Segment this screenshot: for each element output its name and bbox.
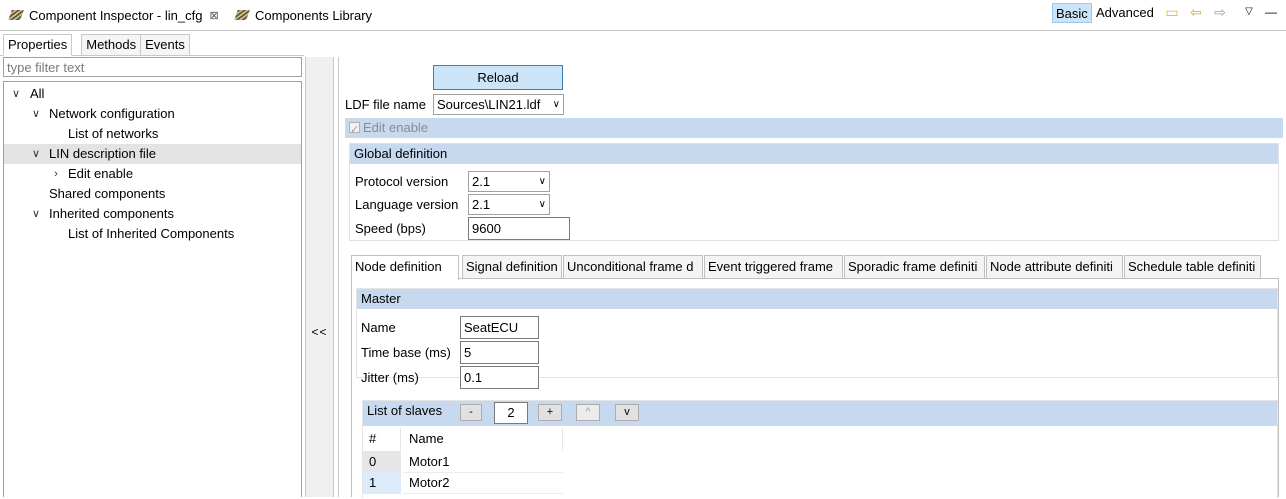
row-index[interactable]: 1 — [363, 472, 401, 494]
tree-item-edit-enable[interactable]: › Edit enable — [4, 164, 301, 184]
add-slave-button[interactable]: + — [538, 404, 562, 421]
slaves-section: List of slaves - 2 + ^ v # Name 0 Motor1… — [362, 400, 1278, 498]
tree-item-label: LIN description file — [49, 146, 156, 161]
tab-components-library[interactable]: Components Library — [228, 2, 378, 28]
slave-name-cell[interactable]: Motor2 — [403, 472, 563, 494]
jitter-input[interactable]: 0.1 — [460, 366, 539, 389]
tree-item-list-of-inherited-components[interactable]: List of Inherited Components — [4, 224, 301, 244]
tab-component-inspector[interactable]: Component Inspector - lin_cfg ⊠ — [2, 2, 225, 28]
time-base-label: Time base (ms) — [361, 345, 451, 360]
language-version-value: 2.1 — [472, 197, 491, 212]
property-editor: Reload LDF file name Sources\LIN21.ldf ∨… — [338, 57, 1286, 498]
tab-node-attribute[interactable]: Node attribute definiti — [986, 255, 1123, 279]
slaves-title: List of slaves — [367, 403, 443, 418]
language-version-label: Language version — [355, 197, 459, 212]
edit-enable-checkbox[interactable] — [349, 120, 360, 140]
tree-item-network-configuration[interactable]: ∨ Network configuration — [4, 104, 301, 124]
close-icon[interactable]: ⊠ — [209, 9, 218, 22]
component-icon — [234, 8, 250, 22]
forward-arrow-icon[interactable]: ⇨ — [1211, 3, 1229, 21]
tree-item-label: Network configuration — [49, 106, 175, 121]
slave-count-input[interactable]: 2 — [494, 402, 528, 424]
component-icon — [8, 8, 24, 22]
time-base-input[interactable]: 5 — [460, 341, 539, 364]
slaves-header: List of slaves - 2 + ^ v — [363, 401, 1277, 426]
chevron-down-icon[interactable]: ∨ — [30, 144, 42, 164]
remove-slave-button[interactable]: - — [460, 404, 482, 421]
note-icon[interactable]: ▭ — [1163, 3, 1181, 21]
node-definition-panel: Master Name SeatECU Time base (ms) 5 Jit… — [351, 278, 1279, 498]
tab-properties[interactable]: Properties — [3, 34, 73, 56]
panel-splitter[interactable]: << — [305, 57, 334, 497]
chevron-down-icon[interactable]: ∨ — [30, 104, 42, 124]
chevron-down-icon[interactable]: ∨ — [10, 84, 22, 104]
tab-signal-definition[interactable]: Signal definition — [462, 255, 562, 279]
tab-label: Components Library — [255, 7, 373, 23]
edit-enable-row: Edit enable — [345, 118, 1283, 140]
tab-label: Component Inspector - lin_cfg — [29, 7, 203, 23]
section-header: Master — [357, 289, 1277, 309]
tab-node-definition[interactable]: Node definition — [351, 255, 459, 280]
speed-label: Speed (bps) — [355, 221, 426, 236]
tab-sporadic-frame[interactable]: Sporadic frame definiti — [844, 255, 985, 279]
filter-input[interactable] — [3, 57, 302, 77]
back-arrow-icon[interactable]: ⇦ — [1187, 3, 1205, 21]
tree-item-label: List of Inherited Components — [68, 226, 235, 241]
slave-name-cell[interactable]: Motor1 — [403, 451, 563, 473]
tree-item-list-of-networks[interactable]: List of networks — [4, 124, 301, 144]
tab-unconditional-frame[interactable]: Unconditional frame d — [563, 255, 703, 279]
master-section: Master Name SeatECU Time base (ms) 5 Jit… — [356, 288, 1278, 389]
chevron-down-icon: ∨ — [538, 199, 546, 210]
jitter-label: Jitter (ms) — [361, 370, 419, 385]
tree-item-shared-components[interactable]: Shared components — [4, 184, 301, 204]
tab-schedule-table[interactable]: Schedule table definiti — [1124, 255, 1261, 279]
advanced-mode-button[interactable]: Advanced — [1093, 3, 1157, 23]
chevron-down-icon: ∨ — [538, 176, 546, 187]
properties-panel: Properties Methods Events ∨ All ∨ Networ… — [0, 31, 304, 497]
tree-item-label: List of networks — [68, 126, 159, 141]
master-name-label: Name — [361, 320, 396, 335]
global-definition-section: Global definition Protocol version 2.1 ∨… — [349, 143, 1279, 241]
tree-item-inherited-components[interactable]: ∨ Inherited components — [4, 204, 301, 224]
chevron-down-icon[interactable]: ∨ — [30, 204, 42, 224]
tree-item-label: Shared components — [49, 186, 166, 201]
property-tree: ∨ All ∨ Network configuration List of ne… — [3, 81, 302, 497]
tab-event-triggered-frame[interactable]: Event triggered frame — [704, 255, 843, 279]
column-header-name: Name — [403, 428, 563, 450]
move-down-button[interactable]: v — [615, 404, 639, 421]
basic-mode-button[interactable]: Basic — [1052, 3, 1092, 23]
chevron-right-icon[interactable]: › — [50, 164, 62, 184]
column-header-index: # — [363, 428, 401, 450]
move-up-button[interactable]: ^ — [576, 404, 600, 421]
view-tab-bar: Component Inspector - lin_cfg ⊠ Componen… — [0, 0, 1286, 31]
edit-enable-label: Edit enable — [363, 120, 429, 135]
ldf-file-label: LDF file name — [345, 97, 426, 112]
tab-methods[interactable]: Methods — [81, 34, 142, 56]
language-version-select[interactable]: 2.1 ∨ — [468, 194, 550, 215]
section-header: Global definition — [350, 144, 1278, 164]
collapse-panel-button[interactable]: << — [306, 325, 333, 339]
reload-button[interactable]: Reload — [433, 65, 563, 90]
tree-item-label: Inherited components — [49, 206, 175, 221]
inspector-subtabs: Properties Methods Events — [3, 34, 190, 56]
tree-item-all[interactable]: ∨ All — [4, 84, 301, 104]
protocol-version-select[interactable]: 2.1 ∨ — [468, 171, 550, 192]
protocol-version-value: 2.1 — [472, 174, 491, 189]
tree-item-lin-description-file[interactable]: ∨ LIN description file — [4, 144, 301, 164]
master-name-input[interactable]: SeatECU — [460, 316, 539, 339]
tree-item-label: All — [30, 86, 45, 101]
row-index[interactable]: 0 — [363, 451, 401, 473]
tab-events[interactable]: Events — [140, 34, 190, 56]
tree-item-label: Edit enable — [68, 166, 134, 181]
ldf-file-value: Sources\LIN21.ldf — [437, 97, 541, 112]
ldf-file-select[interactable]: Sources\LIN21.ldf ∨ — [433, 94, 564, 115]
slaves-table: # Name 0 Motor1 1 Motor2 — [363, 426, 1277, 499]
view-menu-icon[interactable]: ▽ — [1240, 3, 1258, 21]
chevron-down-icon: ∨ — [552, 99, 560, 110]
speed-input[interactable]: 9600 — [468, 217, 570, 240]
protocol-version-label: Protocol version — [355, 174, 449, 189]
minimize-icon[interactable]: — — [1262, 3, 1280, 21]
